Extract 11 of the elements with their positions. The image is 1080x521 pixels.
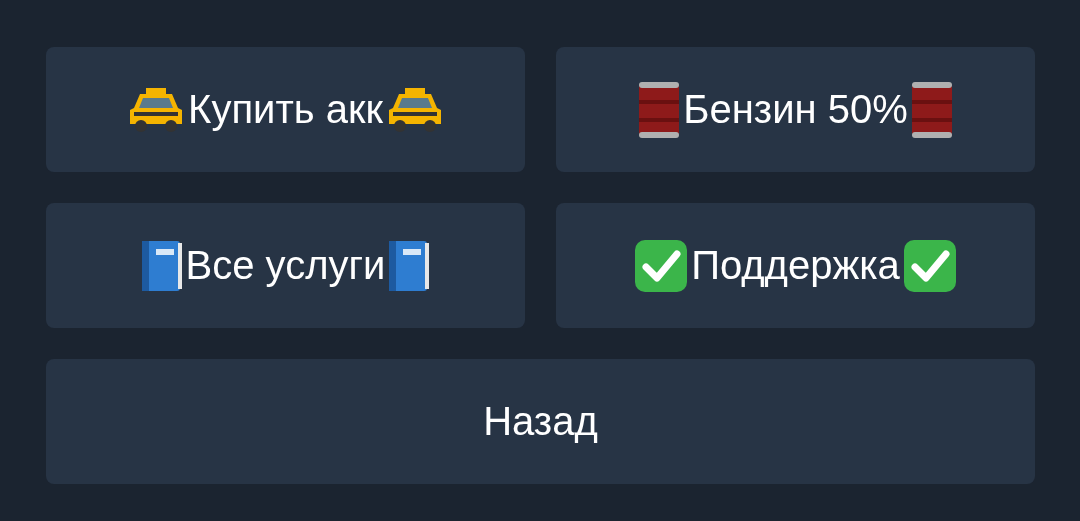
keyboard-button[interactable]: Все услуги: [46, 203, 525, 328]
barrel-icon: [909, 79, 954, 140]
check-icon: [901, 237, 958, 294]
book-icon: [387, 238, 432, 293]
keyboard-button[interactable]: Купить акк: [46, 47, 525, 172]
keyboard-button[interactable]: Поддержка: [556, 203, 1035, 328]
barrel-icon: [637, 79, 682, 140]
keyboard-button[interactable]: Назад: [46, 359, 1035, 484]
book-icon: [139, 238, 184, 293]
keyboard-button[interactable]: Бензин 50%: [556, 47, 1035, 172]
check-icon: [633, 237, 690, 294]
